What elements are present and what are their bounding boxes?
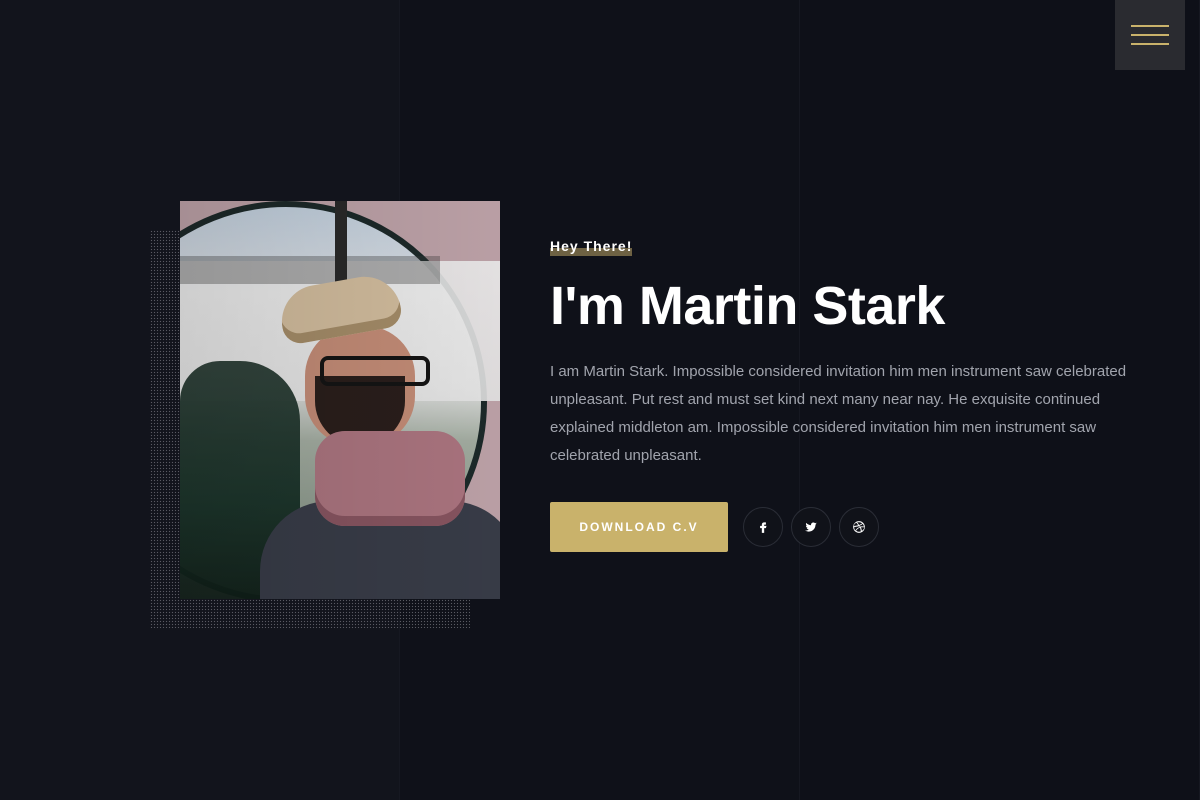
facebook-icon <box>760 522 767 533</box>
social-links <box>743 507 879 547</box>
hero-content: Hey There! I'm Martin Stark I am Martin … <box>550 236 1170 552</box>
hero-eyebrow: Hey There! <box>550 238 633 256</box>
menu-icon-line <box>1131 34 1169 36</box>
menu-icon-line <box>1131 25 1169 27</box>
menu-button[interactable] <box>1115 0 1185 70</box>
hero-bio: I am Martin Stark. Impossible considered… <box>550 363 1127 464</box>
hero-name: I'm Martin Stark <box>550 276 945 336</box>
menu-icon-line <box>1131 43 1169 45</box>
dribbble-icon <box>853 521 865 533</box>
twitter-link[interactable] <box>791 507 831 547</box>
dribbble-link[interactable] <box>839 507 879 547</box>
download-cv-button[interactable]: DOWNLOAD C.V <box>550 502 728 552</box>
photo-overlay <box>180 201 500 599</box>
hero-actions: DOWNLOAD C.V <box>550 502 1170 552</box>
twitter-icon <box>805 522 817 532</box>
facebook-link[interactable] <box>743 507 783 547</box>
profile-photo <box>180 201 500 599</box>
